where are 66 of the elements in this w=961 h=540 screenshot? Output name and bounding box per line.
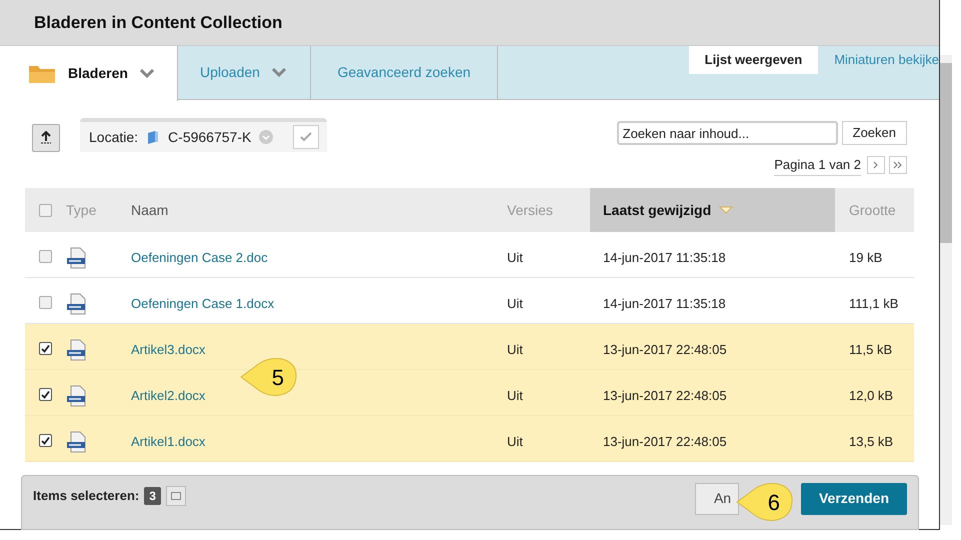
chevron-right-icon <box>873 161 879 170</box>
checkbox[interactable] <box>39 204 52 216</box>
table-cell: Uit <box>507 296 523 311</box>
column-header[interactable]: Laatst gewijzigd <box>590 188 835 232</box>
column-header[interactable]: Naam <box>130 188 506 232</box>
document-icon <box>66 385 88 407</box>
tab[interactable]: Bladeren <box>0 46 178 101</box>
document-icon <box>66 431 88 453</box>
next-page-button[interactable] <box>867 156 885 174</box>
table-cell: 19 kB <box>849 250 882 265</box>
file-link[interactable]: Artikel3.docx <box>131 342 206 357</box>
checkbox[interactable] <box>39 342 52 355</box>
table-cell: 13,5 kB <box>849 434 894 449</box>
arrow-up-icon <box>39 131 53 145</box>
chevron-down-icon[interactable] <box>259 130 274 144</box>
table-cell: 12,0 kB <box>849 388 894 403</box>
table-cell: 14-jun-2017 11:35:18 <box>603 250 726 265</box>
file-link[interactable]: Artikel1.docx <box>131 434 206 449</box>
table-cell: Uit <box>507 342 523 357</box>
cancel-button[interactable]: An <box>694 482 739 514</box>
book-icon <box>146 130 160 144</box>
table-cell: 11,5 kB <box>849 342 892 357</box>
table-cell: 13-jun-2017 22:48:05 <box>603 388 727 403</box>
table-row[interactable]: Artikel3.docx Uit 13-jun-2017 22:48:05 11,5 kB <box>25 324 914 370</box>
up-folder-button[interactable] <box>32 124 60 152</box>
callout: 6 <box>736 482 794 522</box>
tab[interactable]: Uploaden <box>178 46 311 99</box>
double-chevron-right-icon <box>893 161 903 170</box>
confirm-button[interactable] <box>293 125 320 149</box>
table-cell: 13-jun-2017 22:48:05 <box>603 342 727 357</box>
location-value: C-5966757-K <box>168 128 252 146</box>
view-tab[interactable]: Lijst weergeven <box>688 46 818 74</box>
checkbox[interactable] <box>39 388 52 401</box>
document-icon <box>66 339 88 361</box>
checkbox[interactable] <box>39 250 52 263</box>
document-icon <box>66 247 88 269</box>
last-page-button[interactable] <box>889 156 907 174</box>
page-indicator: Pagina 1 van 2 <box>774 155 861 176</box>
file-link[interactable]: Oefeningen Case 1.docx <box>131 296 274 311</box>
table-cell: Uit <box>507 250 523 265</box>
table-cell: 111,1 kB <box>849 296 898 311</box>
submit-button[interactable]: Verzenden <box>800 482 907 514</box>
search-field[interactable]: Zoeken naar inhoud... <box>616 121 838 145</box>
table-cell: Uit <box>507 434 523 449</box>
table-cell: 14-jun-2017 11:35:18 <box>603 296 726 311</box>
checkbox[interactable] <box>39 296 52 309</box>
search-button[interactable]: Zoeken <box>842 121 907 145</box>
toggle-button[interactable] <box>166 486 186 506</box>
table-cell: 13-jun-2017 22:48:05 <box>603 434 727 449</box>
count-badge: 3 <box>144 486 161 504</box>
scrollbar[interactable] <box>940 55 952 525</box>
document-icon <box>66 293 88 315</box>
file-link[interactable]: Artikel2.docx <box>131 388 206 403</box>
tab[interactable]: Geavanceerd zoeken <box>311 46 498 99</box>
check-icon <box>300 132 312 142</box>
table-row[interactable]: Artikel1.docx Uit 13-jun-2017 22:48:05 13,5 kB <box>25 416 914 462</box>
items-select-label: Items selecteren: <box>33 486 140 505</box>
location-label: Locatie: <box>89 128 138 146</box>
callout: 5 <box>240 357 298 397</box>
window-title: Bladeren in Content Collection <box>34 12 282 34</box>
file-link[interactable]: Oefeningen Case 2.doc <box>131 250 268 265</box>
checkbox[interactable] <box>39 434 52 447</box>
sort-down-icon <box>719 206 734 214</box>
table-cell: Uit <box>507 388 523 403</box>
folder-icon <box>28 64 56 84</box>
view-tab[interactable]: Miniaturen bekijke <box>818 46 939 74</box>
